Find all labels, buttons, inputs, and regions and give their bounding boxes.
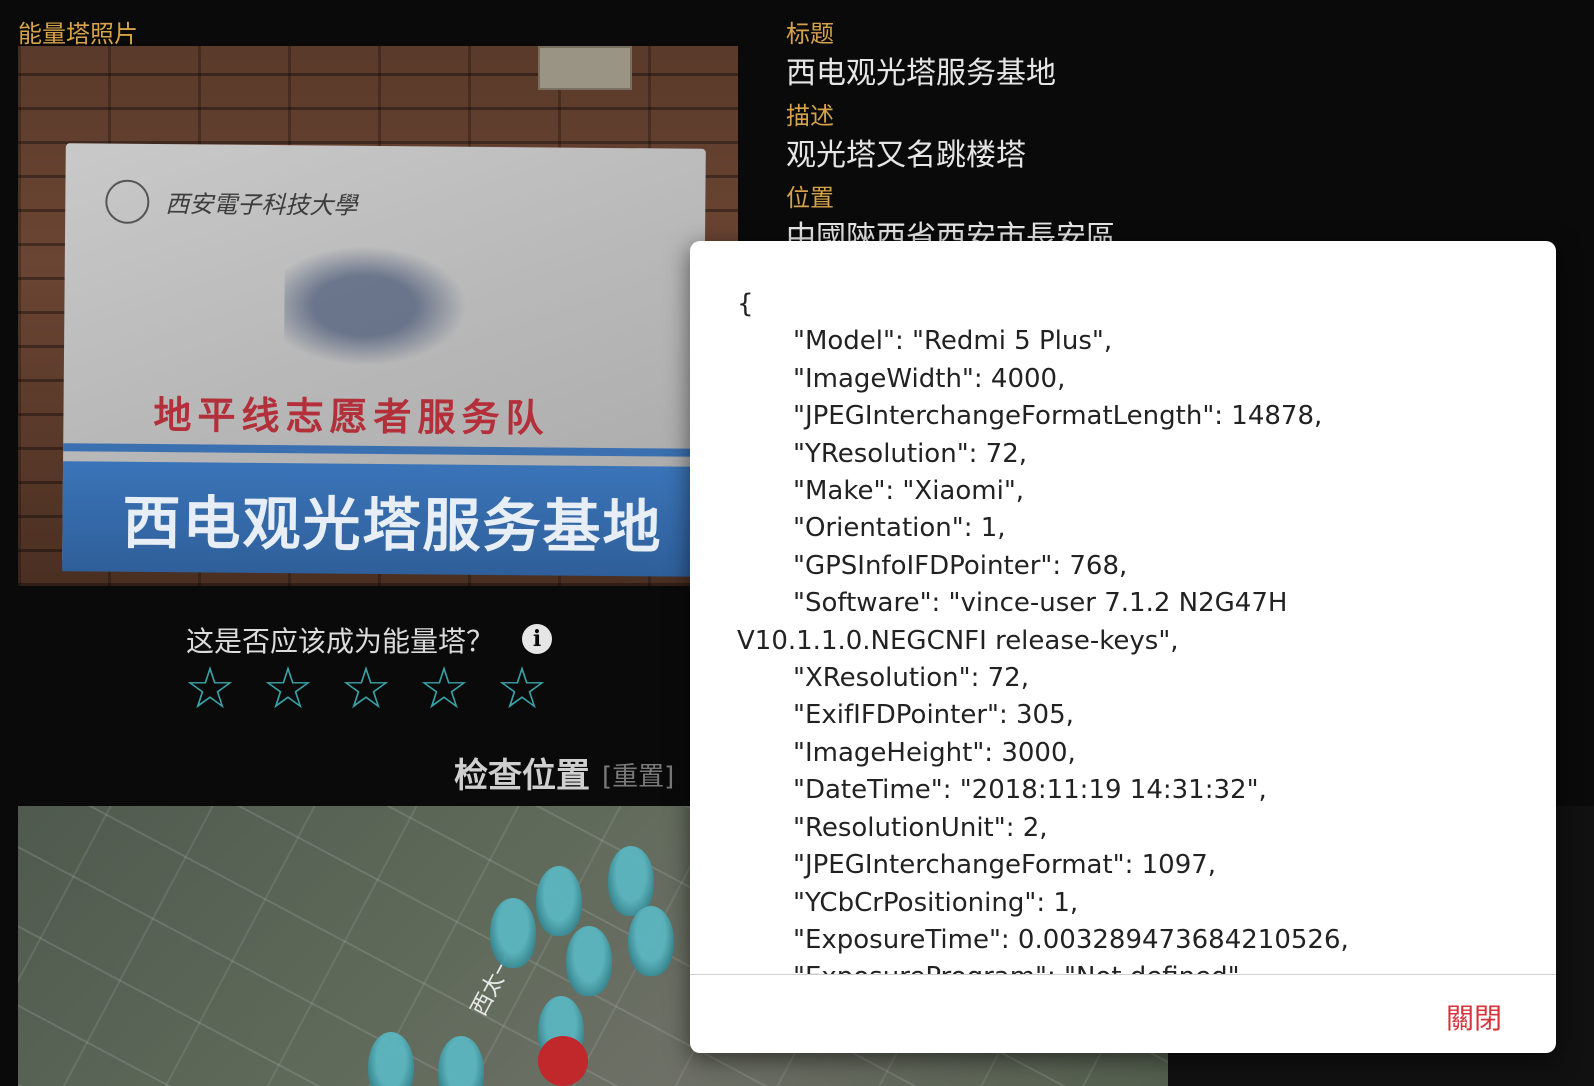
star-5-icon[interactable]: ☆ (496, 656, 548, 720)
wall-outlet (538, 46, 632, 90)
description-value: 观光塔又名跳楼塔 (786, 138, 1026, 173)
check-location-title: 检查位置 (454, 756, 590, 796)
star-1-icon[interactable]: ☆ (184, 656, 236, 720)
modal-divider (690, 974, 1556, 975)
json-line: "ImageWidth": 4000, (793, 363, 1066, 394)
json-line: "ExposureTime": 0.003289473684210526, (793, 924, 1349, 955)
json-line: "JPEGInterchangeFormat": 1097, (793, 850, 1217, 881)
json-line: "JPEGInterchangeFormatLength": 14878, (793, 401, 1323, 432)
description-label: 描述 (786, 102, 834, 130)
title-value: 西电观光塔服务基地 (786, 56, 1056, 91)
json-line: "Make": "Xiaomi", (793, 476, 1025, 507)
star-4-icon[interactable]: ☆ (418, 656, 470, 720)
sign-red-text: 地平线志愿者服务队 (153, 391, 550, 441)
sign-blue-band: 西电观光塔服务基地 (62, 461, 704, 577)
sign-plate: 西安電子科技大學 地平线志愿者服务队 西电观光塔服务基地 (62, 143, 706, 577)
star-2-icon[interactable]: ☆ (262, 656, 314, 720)
json-line: "Software": "vince-user 7.1.2 N2G47H V10… (737, 588, 1288, 656)
school-logo-icon (105, 179, 150, 224)
json-line: "ExposureProgram": "Not defined", (737, 959, 1517, 974)
exif-json-viewer: { "Model": "Redmi 5 Plus", "ImageWidth":… (690, 241, 1556, 974)
json-line: "DateTime": "2018:11:19 14:31:32", (793, 775, 1267, 806)
sign-blue-text: 西电观光塔服务基地 (122, 488, 663, 562)
sign-school-text: 西安電子科技大學 (165, 190, 358, 220)
json-line: "XResolution": 72, (793, 663, 1029, 694)
json-line: "ResolutionUnit": 2, (793, 812, 1048, 843)
current-location-marker-icon[interactable] (538, 1036, 588, 1086)
tower-photo: 西安電子科技大學 地平线志愿者服务队 西电观光塔服务基地 (18, 46, 738, 586)
json-line: "YCbCrPositioning": 1, (793, 887, 1079, 918)
tree-emblem (283, 235, 486, 377)
close-button[interactable]: 關閉 (1440, 996, 1508, 1038)
photo-label: 能量塔照片 (18, 20, 138, 48)
json-line: "Model": "Redmi 5 Plus", (793, 326, 1113, 357)
location-label: 位置 (786, 184, 834, 212)
tower-marker-icon[interactable] (490, 898, 536, 968)
tower-marker-icon[interactable] (566, 926, 612, 996)
json-line: "Orientation": 1, (793, 513, 1006, 544)
reset-link[interactable]: [重置] (602, 756, 674, 793)
title-label: 标题 (786, 20, 834, 48)
tower-marker-icon[interactable] (536, 866, 582, 936)
info-icon[interactable]: i (522, 624, 552, 654)
tower-marker-icon[interactable] (628, 906, 674, 976)
sign-divider (63, 443, 704, 457)
json-line: "YResolution": 72, (793, 438, 1028, 469)
exif-json-block: { "Model": "Redmi 5 Plus", "ImageWidth":… (737, 286, 1517, 974)
json-open-brace: { (737, 289, 754, 319)
json-line: "ImageHeight": 3000, (793, 737, 1076, 768)
exif-modal: { "Model": "Redmi 5 Plus", "ImageWidth":… (690, 241, 1556, 1053)
star-3-icon[interactable]: ☆ (340, 656, 392, 720)
json-line: "GPSInfoIFDPointer": 768, (793, 550, 1128, 581)
json-line: "ExifIFDPointer": 305, (793, 700, 1074, 731)
